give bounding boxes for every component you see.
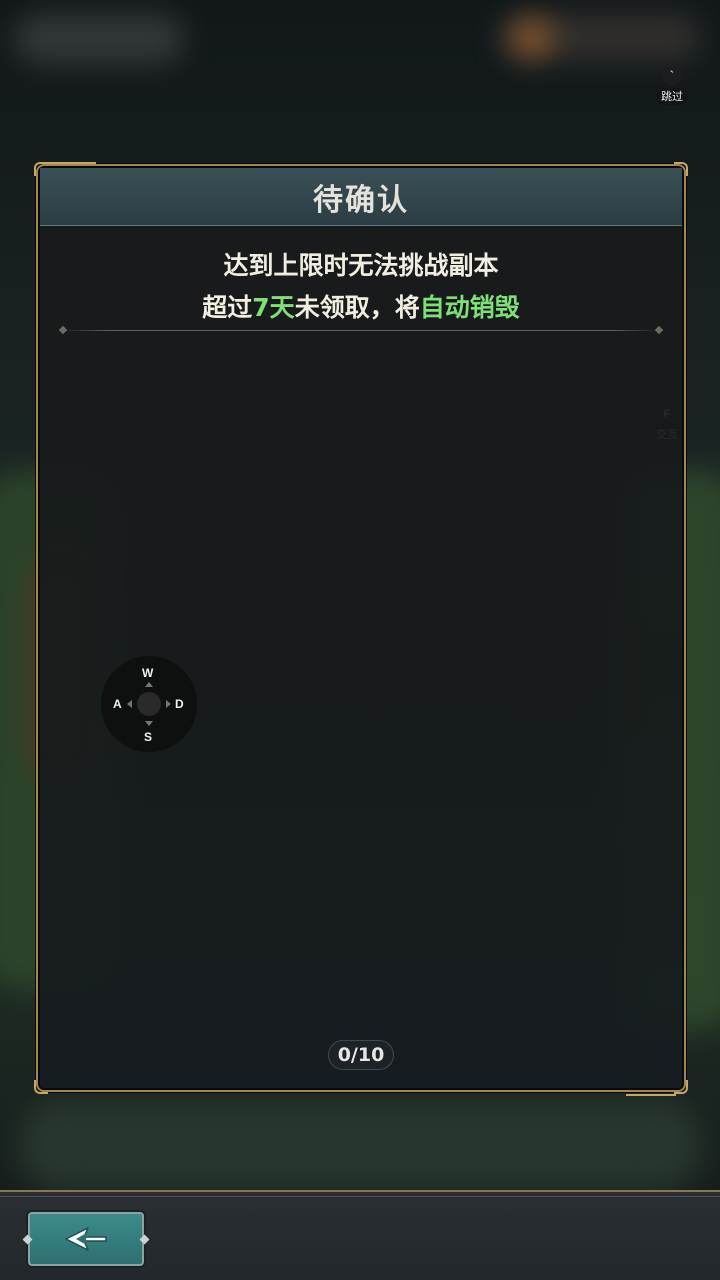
- expiry-prefix: 超过: [202, 293, 253, 322]
- arrow-down-icon: [145, 721, 153, 726]
- joystick-key-up: W: [142, 666, 154, 680]
- expiry-action: 自动销毁: [419, 293, 520, 322]
- arrow-left-icon: [127, 700, 132, 708]
- expiry-message: 超过7天未领取，将自动销毁: [38, 288, 684, 324]
- back-arrow-icon: [65, 1227, 107, 1251]
- arrow-up-icon: [145, 682, 153, 687]
- back-button[interactable]: [28, 1212, 144, 1266]
- joystick-knob[interactable]: [137, 692, 161, 716]
- skip-button[interactable]: ` 跳过: [656, 66, 688, 105]
- joystick-key-right: D: [175, 697, 184, 711]
- joystick-key-down: S: [144, 730, 153, 744]
- arrow-right-icon: [166, 700, 171, 708]
- item-counter: 0/10: [328, 1040, 394, 1070]
- limit-message: 达到上限时无法挑战副本: [223, 251, 499, 280]
- divider: [62, 330, 660, 331]
- skip-label: 跳过: [656, 88, 688, 105]
- wasd-joystick[interactable]: W S A D: [101, 656, 197, 752]
- confirm-dialog: 待确认 达到上限时无法挑战副本 超过7天未领取，将自动销毁 0/10: [34, 162, 688, 1096]
- dialog-header: 待确认: [40, 168, 682, 226]
- skip-key: `: [662, 66, 682, 86]
- expiry-mid: 未领取，将: [294, 293, 420, 322]
- dialog-title: 待确认: [313, 182, 409, 218]
- joystick-key-left: A: [113, 697, 122, 711]
- expiry-days: 7天: [252, 293, 295, 322]
